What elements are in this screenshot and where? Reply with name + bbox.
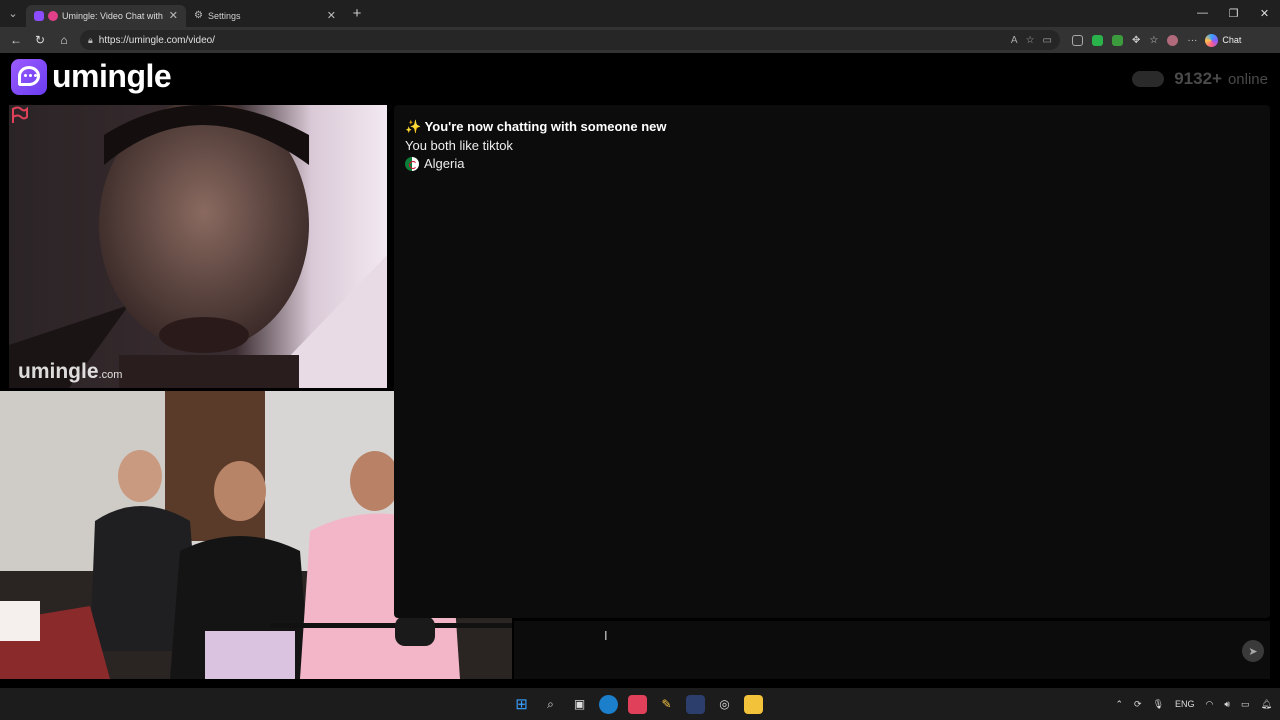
- url-text: https://umingle.com/video/: [98, 34, 215, 46]
- close-tab-icon[interactable]: ✕: [169, 9, 178, 22]
- favorites-icon[interactable]: ☆: [1149, 35, 1158, 46]
- task-view-icon[interactable]: ▣: [570, 695, 589, 714]
- country-message: Algeria: [405, 156, 667, 171]
- video-editor-icon[interactable]: [686, 694, 705, 714]
- stranger-video-frame: [9, 105, 387, 388]
- screen-recorder-icon[interactable]: [628, 694, 647, 714]
- browser-toolbar: ✥ ☆ ···: [1072, 34, 1197, 46]
- tab-umingle[interactable]: Umingle: Video Chat with Stra ✕: [26, 4, 186, 27]
- online-toggle[interactable]: [1132, 71, 1165, 87]
- copilot-chat-button[interactable]: Chat: [1205, 33, 1242, 47]
- logo-text: umingle: [52, 58, 172, 94]
- chevron-up-icon[interactable]: ⌃: [1115, 699, 1123, 710]
- url-field[interactable]: 🔒︎ https://umingle.com/video/ A ☆ ▭: [80, 30, 1060, 50]
- sync-icon[interactable]: ⟳: [1134, 699, 1142, 710]
- chat-panel: ✨ You're now chatting with someone new Y…: [394, 105, 1270, 618]
- send-icon: ➤: [1248, 645, 1258, 658]
- gear-icon: ⚙: [194, 9, 203, 21]
- umingle-favicon-icon: [48, 10, 58, 21]
- system-messages: ✨ You're now chatting with someone new Y…: [405, 119, 667, 171]
- edge-browser-icon[interactable]: [599, 694, 618, 714]
- wifi-icon[interactable]: ◠: [1206, 699, 1214, 710]
- notification-bell-icon[interactable]: 🔔︎: [1261, 699, 1272, 710]
- chat-bubble-logo-icon: [11, 58, 47, 95]
- refresh-icon[interactable]: ↻: [28, 33, 52, 47]
- online-status: 9132+ online: [1132, 69, 1268, 89]
- workspace-icon: [34, 10, 44, 21]
- battery-icon[interactable]: ▭: [1241, 699, 1250, 710]
- umingle-page: umingle 9132+ online umingle.com ✨ You'r…: [0, 53, 1280, 685]
- taskbar-apps: ⊞ ⌕ ▣ ✎ ◎: [512, 688, 763, 720]
- language-indicator[interactable]: ENG: [1175, 699, 1195, 709]
- watermark-suffix: .com: [98, 369, 123, 381]
- extensions-puzzle-icon[interactable]: ✥: [1132, 35, 1140, 46]
- close-window-icon[interactable]: ✕: [1249, 7, 1280, 20]
- extension-icon[interactable]: [1072, 34, 1083, 46]
- windows-start-icon[interactable]: ⊞: [512, 695, 531, 714]
- message-input-bar: ➤: [514, 621, 1270, 679]
- camera-icon[interactable]: ▭: [1043, 35, 1052, 46]
- watermark-main: umingle: [18, 360, 99, 383]
- tab-title: Umingle: Video Chat with Stra: [62, 10, 165, 21]
- shield-extension-icon[interactable]: [1092, 34, 1103, 46]
- system-tray: ⌃ ⟳ 🎙︎ ENG ◠ 🔊︎ ▭ 🔔︎: [1115, 688, 1272, 720]
- read-aloud-icon[interactable]: A: [1011, 35, 1018, 46]
- window-controls: — ❐ ✕: [1187, 7, 1280, 20]
- online-count: 9132+: [1174, 69, 1222, 88]
- text-cursor-icon: I: [604, 628, 608, 643]
- lock-icon[interactable]: 🔒︎: [88, 35, 93, 46]
- stranger-video: umingle.com: [9, 105, 387, 388]
- search-icon[interactable]: ⌕: [541, 695, 560, 714]
- file-explorer-icon[interactable]: [744, 694, 763, 714]
- address-bar-row: ← ↻ ⌂ 🔒︎ https://umingle.com/video/ A ☆ …: [0, 27, 1280, 53]
- microphone-icon[interactable]: 🎙︎: [1153, 699, 1164, 710]
- windows-taskbar: ⊞ ⌕ ▣ ✎ ◎ ⌃ ⟳ 🎙︎ ENG ◠ 🔊︎ ▭ 🔔︎: [0, 688, 1280, 720]
- new-chat-message: ✨ You're now chatting with someone new: [405, 119, 667, 134]
- umingle-logo[interactable]: umingle: [11, 58, 172, 95]
- new-tab-button[interactable]: +: [344, 5, 370, 22]
- browser-tab-bar: ⌄ Umingle: Video Chat with Stra ✕ ⚙ Sett…: [0, 0, 1280, 27]
- copilot-icon: [1205, 33, 1219, 47]
- adblock-extension-icon[interactable]: [1112, 34, 1123, 46]
- tab-actions-chevron-icon[interactable]: ⌄: [0, 0, 26, 27]
- app-icon[interactable]: ◎: [715, 695, 734, 714]
- tab-settings[interactable]: ⚙ Settings ✕: [186, 5, 344, 27]
- algeria-flag-icon: [405, 156, 419, 171]
- country-name: Algeria: [424, 156, 465, 171]
- home-icon[interactable]: ⌂: [52, 33, 76, 47]
- volume-icon[interactable]: 🔊︎: [1224, 699, 1230, 710]
- common-interest-message: You both like tiktok: [405, 138, 513, 153]
- restore-icon[interactable]: ❐: [1218, 7, 1249, 20]
- report-flag-icon[interactable]: [9, 105, 29, 125]
- app-icon[interactable]: ✎: [657, 695, 676, 714]
- more-menu-icon[interactable]: ···: [1187, 35, 1197, 46]
- umingle-watermark: umingle.com: [18, 360, 122, 384]
- profile-avatar[interactable]: [1167, 34, 1179, 46]
- tab-title: Settings: [208, 10, 241, 21]
- copilot-label: Chat: [1222, 35, 1242, 45]
- online-label: online: [1227, 70, 1268, 88]
- minimize-icon[interactable]: —: [1187, 7, 1218, 20]
- close-tab-icon[interactable]: ✕: [327, 9, 336, 22]
- back-arrow-icon[interactable]: ←: [4, 33, 28, 47]
- favorite-star-icon[interactable]: ☆: [1026, 35, 1035, 46]
- send-button[interactable]: ➤: [1242, 640, 1264, 662]
- message-input[interactable]: [518, 625, 1218, 675]
